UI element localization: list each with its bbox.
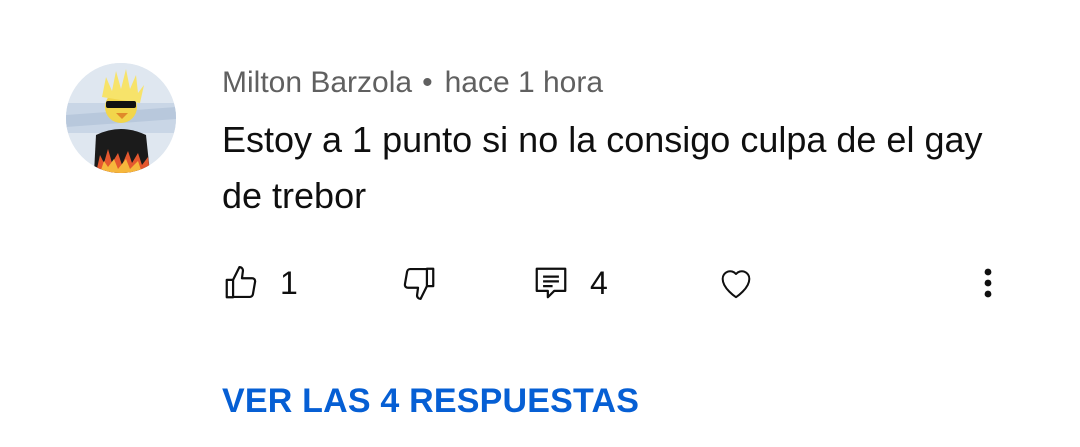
thumbs-up-icon	[225, 266, 257, 299]
heart-button[interactable]	[716, 255, 756, 311]
reply-button[interactable]: 4	[532, 255, 608, 311]
dislike-button[interactable]	[400, 255, 438, 311]
like-count: 1	[280, 264, 298, 301]
like-button[interactable]: 1	[222, 255, 298, 311]
more-vert-icon	[984, 268, 992, 298]
comment-header: Milton Barzola • hace 1 hora	[222, 64, 603, 102]
comment-timestamp[interactable]: hace 1 hora	[445, 66, 603, 99]
avatar[interactable]	[66, 63, 176, 173]
heart-icon	[721, 270, 751, 299]
avatar-image	[66, 63, 176, 173]
separator-dot: •	[422, 66, 433, 99]
more-options-button[interactable]	[976, 255, 1000, 311]
comment-icon	[535, 267, 567, 299]
comment-actions: 1 4	[0, 255, 1080, 311]
author-name[interactable]: Milton Barzola	[222, 66, 412, 99]
view-replies-link[interactable]: VER LAS 4 RESPUESTAS	[222, 382, 639, 421]
reply-count: 4	[590, 264, 608, 301]
thumbs-down-icon	[403, 267, 435, 300]
comment-text: Estoy a 1 punto si no la consigo culpa d…	[222, 119, 983, 216]
